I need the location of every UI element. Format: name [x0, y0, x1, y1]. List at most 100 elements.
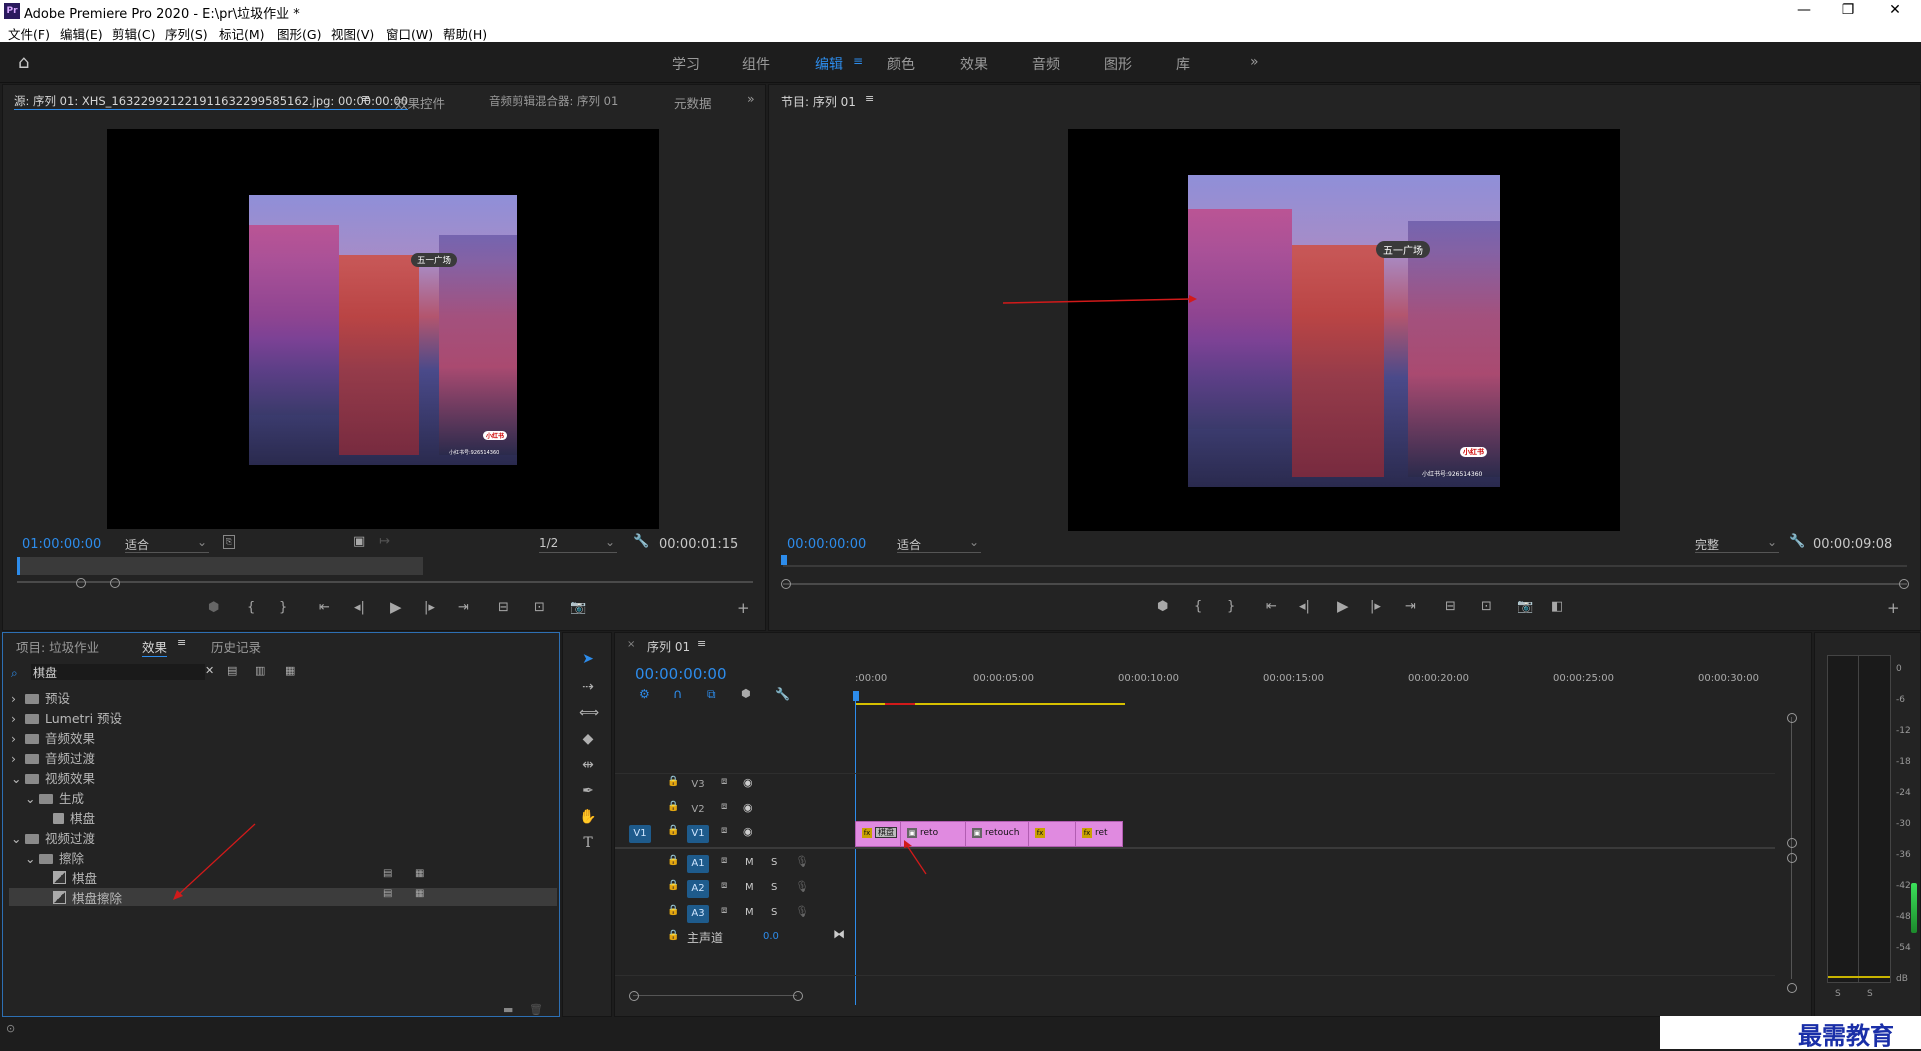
menu-edit[interactable]: 编辑(E)	[60, 24, 103, 43]
type-tool-icon[interactable]: T	[579, 835, 597, 853]
workspace-graphics[interactable]: 图形	[1104, 54, 1132, 74]
linked-selection-icon[interactable]: ⧉	[707, 687, 716, 702]
source-goto-in-icon[interactable]: ⇤	[319, 600, 330, 615]
meter-solo-right[interactable]: S	[1867, 989, 1873, 999]
timeline-playhead-handle[interactable]	[853, 691, 859, 701]
tree-item-video-transitions[interactable]: ⌄ 视频过渡	[11, 828, 95, 846]
close-sequence-icon[interactable]: ×	[627, 639, 635, 650]
vscroll-handle-top[interactable]	[1787, 713, 1797, 723]
source-zoom-dropdown[interactable]: 适合 ⌄	[125, 535, 209, 553]
nest-icon[interactable]: ⚙	[639, 687, 650, 701]
program-mark-in-icon[interactable]: {	[1194, 599, 1202, 614]
tree-item-lumetri-presets[interactable]: › Lumetri 预设	[11, 708, 122, 726]
source-insert-clip-icon[interactable]: ⊟	[498, 600, 509, 615]
new-bin-icon[interactable]: ▬	[503, 1003, 513, 1016]
program-step-forward-icon[interactable]: |▸	[1370, 599, 1381, 614]
source-mark-in-icon[interactable]: {	[247, 600, 255, 615]
program-zoom-handle-left[interactable]	[781, 579, 791, 589]
clip-checkerboard[interactable]: fx 棋盘	[855, 821, 901, 847]
program-goto-out-icon[interactable]: ⇥	[1405, 599, 1416, 614]
source-zoom-handle-left[interactable]	[76, 578, 86, 588]
program-zoom-dropdown[interactable]: 适合 ⌄	[897, 535, 981, 553]
yuv-effects-icon[interactable]: ▦	[285, 664, 295, 677]
snap-icon[interactable]: ∩	[673, 687, 683, 702]
clip-retouch[interactable]: ▣ retouch	[965, 821, 1029, 847]
menu-clip[interactable]: 剪辑(C)	[112, 24, 155, 43]
tab-source[interactable]: 源: 序列 01: XHS_1632299212219116322995851​…	[14, 93, 409, 110]
program-playhead[interactable]	[781, 555, 787, 565]
workspace-color[interactable]: 颜色	[887, 54, 915, 74]
source-overwrite-icon[interactable]: ⊡	[534, 600, 545, 615]
razor-tool-icon[interactable]: ◆	[579, 731, 597, 749]
timeline-zoom-handle-left[interactable]	[629, 991, 639, 1001]
tab-project[interactable]: 项目: 垃圾作业	[16, 637, 99, 656]
source-step-back-icon[interactable]: ◂|	[354, 600, 365, 615]
workspace-menu-icon[interactable]: ≡	[853, 54, 863, 68]
program-playhead-timecode[interactable]: 00:00:00:00	[787, 537, 866, 552]
clip-fx[interactable]: fx	[1028, 821, 1076, 847]
home-icon[interactable]: ⌂	[18, 52, 38, 73]
workspace-assembly[interactable]: 组件	[742, 54, 770, 74]
track-v1-label[interactable]: V1	[687, 825, 709, 843]
source-zoom-handle-right[interactable]	[110, 578, 120, 588]
source-playhead-timecode[interactable]: 01:00:00:00	[22, 537, 101, 552]
source-resolution-dropdown[interactable]: 1/2 ⌄	[539, 535, 617, 553]
workspace-learn[interactable]: 学习	[672, 54, 700, 74]
workspace-editing[interactable]: 编辑	[815, 54, 843, 74]
program-zoom-handle-right[interactable]	[1899, 579, 1909, 589]
restore-icon[interactable]: ❐	[1828, 0, 1868, 22]
menu-window[interactable]: 窗口(W)	[386, 24, 433, 43]
sync-lock-icon[interactable]: ⧈	[721, 880, 727, 891]
tab-program[interactable]: 节目: 序列 01	[781, 93, 856, 110]
source-marker-icon[interactable]: ⬢	[208, 600, 219, 615]
source-tab-menu-icon[interactable]: ≡	[361, 92, 370, 105]
workspace-effects[interactable]: 效果	[960, 54, 988, 74]
timeline-settings-icon[interactable]: 🔧	[775, 687, 790, 701]
hand-tool-icon[interactable]: ✋	[579, 809, 597, 827]
program-compare-icon[interactable]: ◧	[1551, 599, 1563, 614]
menu-marker[interactable]: 标记(M)	[219, 24, 265, 43]
source-goto-out-icon[interactable]: ⇥	[458, 600, 469, 615]
menu-help[interactable]: 帮助(H)	[443, 24, 487, 43]
sync-lock-icon[interactable]: ⧈	[721, 801, 727, 812]
slip-tool-icon[interactable]: ⇹	[579, 757, 597, 775]
solo-button[interactable]: S	[771, 907, 777, 918]
source-playhead[interactable]	[17, 557, 20, 575]
delete-icon[interactable]: 🗑	[529, 1003, 543, 1016]
clear-search-icon[interactable]: ✕	[205, 664, 214, 677]
vscroll-handle-mid[interactable]	[1787, 838, 1797, 848]
solo-button[interactable]: S	[771, 857, 777, 868]
tab-sequence[interactable]: 序列 01	[647, 638, 690, 655]
lock-icon[interactable]: 🔒	[667, 930, 679, 941]
menu-graphics[interactable]: 图形(G)	[277, 24, 321, 43]
add-marker-icon[interactable]: ⬢	[741, 687, 751, 700]
clip-ret[interactable]: fx ret	[1075, 821, 1123, 847]
tree-item-audio-effects[interactable]: › 音频效果	[11, 728, 95, 746]
source-insert-icon[interactable]: ▣	[353, 534, 365, 549]
sequence-tab-menu-icon[interactable]: ≡	[697, 637, 706, 650]
sync-lock-icon[interactable]: ⧈	[721, 905, 727, 916]
32bit-effects-icon[interactable]: ▥	[255, 664, 265, 677]
track-a3-label[interactable]: A3	[687, 905, 709, 923]
master-volume-value[interactable]: 0.0	[763, 931, 779, 942]
eye-icon[interactable]: ◉	[743, 776, 753, 789]
program-step-back-icon[interactable]: ◂|	[1299, 599, 1310, 614]
source-play-icon[interactable]: ▶	[390, 598, 402, 616]
mute-button[interactable]: M	[745, 882, 754, 893]
menu-file[interactable]: 文件(F)	[8, 24, 50, 43]
source-export-frame-icon[interactable]: 📷	[570, 600, 586, 615]
program-goto-in-icon[interactable]: ⇤	[1266, 599, 1277, 614]
program-video-area[interactable]: 五一广场 小红书 小红书号:926514360	[1068, 129, 1620, 531]
program-export-frame-icon[interactable]: 📷	[1517, 599, 1533, 614]
tree-item-presets[interactable]: › 预设	[11, 688, 70, 706]
source-video-area[interactable]: 五一广场 小红书 小红书号:926514360	[107, 129, 659, 529]
program-extract-icon[interactable]: ⊡	[1481, 599, 1492, 614]
tree-item-audio-transitions[interactable]: › 音频过渡	[11, 748, 95, 766]
mic-icon[interactable]: 🎙	[795, 880, 809, 893]
source-overflow-icon[interactable]: »	[747, 91, 755, 106]
tab-effect-controls[interactable]: 效果控件	[395, 93, 445, 112]
program-tab-menu-icon[interactable]: ≡	[865, 92, 874, 105]
lock-icon[interactable]: 🔒	[667, 855, 679, 866]
source-add-button-icon[interactable]: +	[737, 599, 750, 617]
track-v2-label[interactable]: V2	[687, 801, 709, 819]
